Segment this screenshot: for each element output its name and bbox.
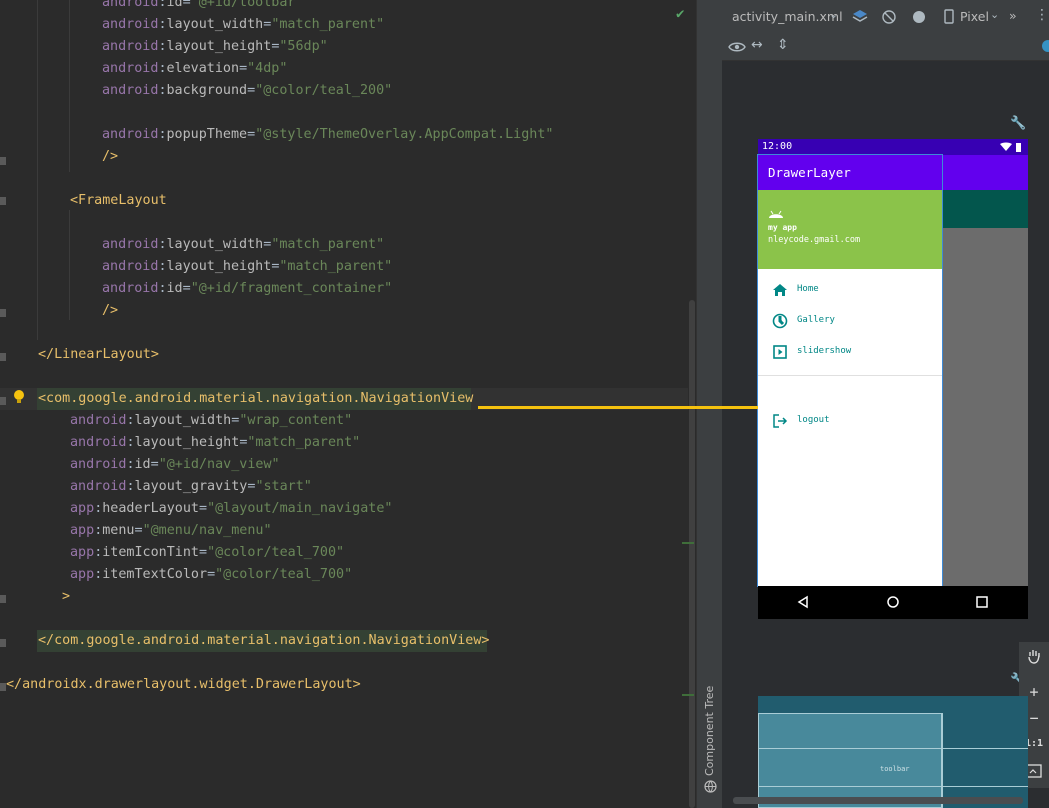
fold-marker[interactable] [0, 309, 6, 317]
blueprint-guide [942, 713, 943, 808]
view-options-toolbar: ↔ ⇕ [722, 33, 1049, 61]
header-email: nleycode.gmail.com [768, 235, 861, 245]
design-toolbar: activity_main.xml ⌄ Pixel ⌄ » ⋮ [722, 0, 1049, 34]
code-line: <com.google.android.material.navigation.… [38, 391, 474, 406]
code-line: <FrameLayout [70, 193, 167, 208]
menu-item-label: logout [797, 415, 830, 425]
code-line: android:id="@+id/nav_view" [70, 457, 280, 472]
drawer-header: my app nleycode.gmail.com [758, 190, 942, 269]
indent-guide [69, 0, 70, 172]
theme-icon[interactable] [910, 8, 928, 26]
more-button[interactable]: » [1009, 8, 1017, 23]
globe-icon [704, 780, 717, 793]
pan-hand-icon[interactable] [1026, 648, 1042, 664]
toolbar-preview [942, 190, 1028, 228]
drawer-title: DrawerLayer [758, 155, 942, 190]
code-line: android:layout_width="wrap_content" [70, 413, 353, 428]
code-line: android:layout_gravity="start" [70, 479, 312, 494]
horizontal-resize-icon[interactable]: ↔ [751, 37, 763, 53]
lightbulb-icon[interactable] [13, 389, 25, 405]
home-button-icon[interactable] [886, 595, 900, 609]
code-line: app:headerLayout="@layout/main_navigate" [70, 501, 393, 516]
layers-icon[interactable] [851, 8, 869, 26]
code-line: android:layout_height="56dp" [102, 39, 328, 54]
code-line: android:layout_height="match_parent" [102, 259, 393, 274]
fit-screen-icon[interactable] [1026, 764, 1042, 778]
code-line: /> [102, 149, 119, 164]
back-icon[interactable] [796, 595, 810, 609]
menu-item-slideshow[interactable]: slidershow [758, 337, 942, 367]
change-marker [682, 542, 694, 544]
blueprint-guide [758, 786, 1028, 787]
device-icon[interactable] [944, 9, 954, 24]
check-icon: ✔ [676, 6, 685, 22]
device-selector[interactable]: Pixel [960, 9, 989, 24]
code-line: </com.google.android.material.navigation… [38, 633, 490, 648]
code-line: </LinearLayout> [38, 347, 159, 362]
menu-item-gallery[interactable]: Gallery [758, 306, 942, 336]
code-line: android:id="@+id/fragment_container" [102, 281, 393, 296]
overflow-menu-icon[interactable]: ⋮ [1035, 7, 1049, 23]
status-bar: 12:00 [758, 139, 1028, 155]
code-line: app:itemIconTint="@color/teal_700" [70, 545, 345, 560]
system-navigation-bar [758, 586, 1028, 619]
menu-item-home[interactable]: Home [758, 275, 942, 305]
fold-marker[interactable] [0, 353, 6, 361]
recents-icon[interactable] [975, 595, 989, 609]
code-line: android:popupTheme="@style/ThemeOverlay.… [102, 127, 554, 142]
home-icon [773, 284, 787, 296]
blueprint-view[interactable]: toolbar [758, 696, 1028, 808]
code-line: app:itemTextColor="@color/teal_700" [70, 567, 353, 582]
orientation-icon[interactable] [880, 8, 898, 26]
help-icon[interactable] [1042, 40, 1049, 52]
menu-item-label: Home [797, 284, 819, 294]
fold-marker[interactable] [0, 157, 6, 165]
code-line: </androidx.drawerlayout.widget.DrawerLay… [6, 677, 361, 692]
slideshow-icon [773, 345, 787, 359]
code-line: /> [102, 303, 119, 318]
wifi-battery-icon [1000, 142, 1021, 152]
menu-item-label: Gallery [797, 315, 835, 325]
blueprint-guide [758, 748, 1028, 749]
chevron-down-icon[interactable]: ⌄ [990, 8, 999, 21]
eye-icon[interactable] [728, 41, 746, 53]
component-tree-label[interactable]: Component Tree [703, 686, 716, 776]
menu-item-logout[interactable]: logout [758, 406, 942, 436]
fold-marker[interactable] [0, 639, 6, 647]
phone-preview[interactable]: 12:00 DrawerLayer my app nleycode.gmail.… [757, 139, 1028, 619]
blueprint-toolbar-label: toolbar [880, 765, 910, 773]
indent-guide [69, 210, 70, 320]
file-selector[interactable]: activity_main.xml [732, 9, 843, 24]
menu-divider [758, 375, 942, 376]
header-name: my app [768, 223, 797, 232]
code-line: app:menu="@menu/nav_menu" [70, 523, 272, 538]
code-line: android:layout_width="match_parent" [102, 17, 385, 32]
logout-icon [773, 414, 788, 428]
code-line: android:id="@+id/toolbar" [102, 0, 304, 10]
indent-guide [37, 0, 38, 340]
vertical-resize-icon[interactable]: ⇕ [777, 37, 789, 53]
code-line: android:layout_width="match_parent" [102, 237, 385, 252]
status-time: 12:00 [762, 141, 793, 152]
code-line: android:background="@color/teal_200" [102, 83, 393, 98]
fold-marker[interactable] [0, 595, 6, 603]
menu-item-label: slidershow [797, 346, 852, 356]
scrim-area [942, 228, 1028, 586]
code-line: > [62, 589, 71, 604]
code-line: android:elevation="4dp" [102, 61, 288, 76]
editor-scrollbar-thumb[interactable] [689, 300, 695, 808]
fold-marker[interactable] [0, 197, 6, 205]
change-marker [682, 694, 694, 696]
code-line: android:layout_height="match_parent" [70, 435, 361, 450]
navigation-link-connector [478, 406, 758, 409]
design-horizontal-scrollbar[interactable] [733, 797, 1023, 804]
android-icon [769, 210, 783, 218]
wrench-icon[interactable]: 🔧 [1010, 116, 1026, 131]
fold-marker[interactable] [0, 397, 6, 405]
code-editor[interactable]: android:id="@+id/toolbar" android:layout… [0, 0, 696, 808]
navigation-drawer[interactable]: DrawerLayer my app nleycode.gmail.com Ho… [757, 154, 943, 587]
chevron-down-icon[interactable]: ⌄ [829, 8, 838, 21]
gallery-icon [772, 313, 788, 329]
blueprint-drawer [758, 713, 942, 808]
